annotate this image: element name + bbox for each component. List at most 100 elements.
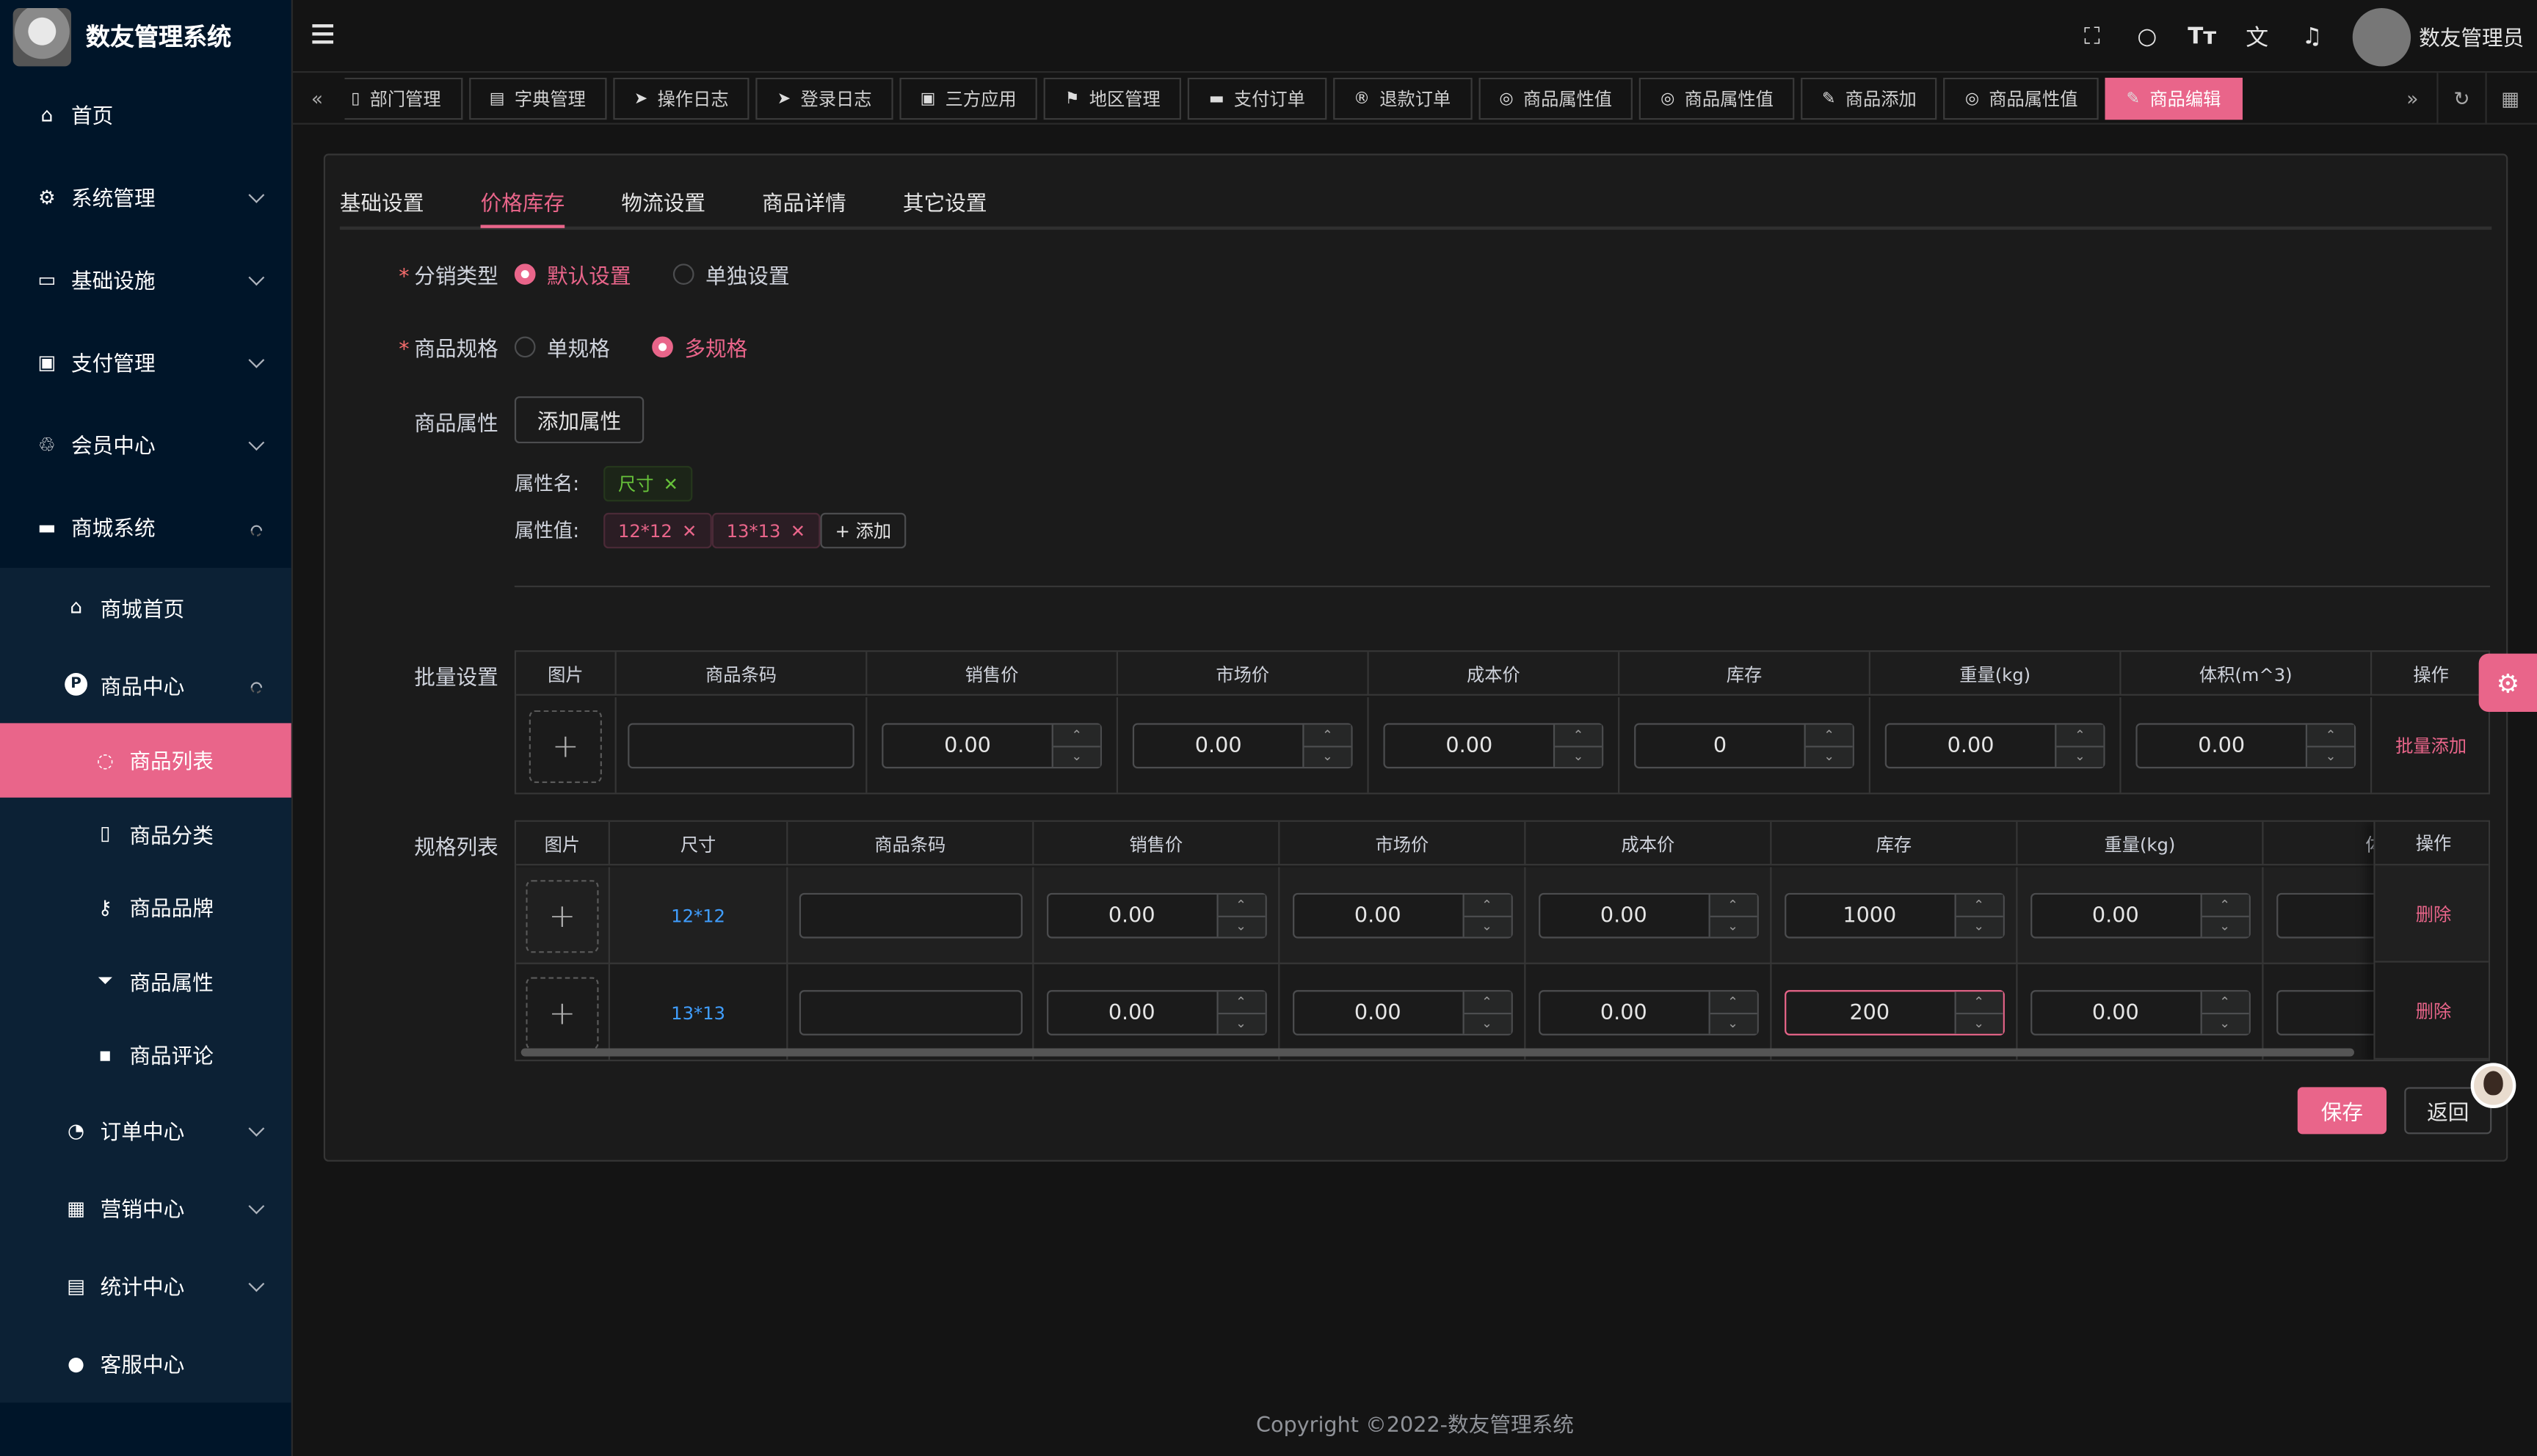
tab-other[interactable]: 其它设置	[903, 186, 987, 216]
decrease-icon[interactable]: ⌄	[1555, 745, 1603, 767]
number-input[interactable]: 0.00 ⌃ ⌄	[1291, 990, 1512, 1035]
sidebar-item-home[interactable]: ⌂ 首页	[0, 73, 291, 155]
sidebar-item-system[interactable]: ⚙ 系统管理	[0, 156, 291, 238]
number-input[interactable]: 0.00 ⌃ ⌄	[2135, 723, 2356, 769]
refresh-icon[interactable]: ↻	[2436, 73, 2485, 125]
tab-dept[interactable]: ▯ 部门管理	[344, 77, 462, 120]
tab-attrval1[interactable]: ◎ 商品属性值	[1478, 77, 1633, 120]
sidebar-item-goods-review[interactable]: ▪ 商品评论	[0, 1018, 291, 1091]
tab-oplog[interactable]: ➤ 操作日志	[613, 77, 750, 120]
increase-icon[interactable]: ⌃	[1304, 725, 1351, 746]
sidebar-item-goods-attr[interactable]: ⏷ 商品属性	[0, 944, 291, 1017]
tab-thirdapp[interactable]: ▣ 三方应用	[899, 77, 1038, 120]
number-input[interactable]: 0.00 ⌃ ⌄	[1132, 723, 1353, 769]
increase-icon[interactable]: ⌃	[1956, 895, 2003, 915]
increase-icon[interactable]: ⌃	[1956, 991, 2003, 1012]
radio-multi-spec[interactable]: 多规格	[652, 332, 747, 363]
grid-icon[interactable]: ▦	[2485, 73, 2533, 125]
number-input[interactable]: 0.00 ⌃ ⌄	[1291, 892, 1512, 939]
decrease-icon[interactable]: ⌄	[1463, 1011, 1511, 1034]
increase-icon[interactable]: ⌃	[2202, 991, 2249, 1012]
decrease-icon[interactable]: ⌄	[1304, 745, 1351, 767]
tab-refund[interactable]: ® 退款订单	[1332, 77, 1472, 120]
user-name[interactable]: 数友管理员	[2419, 21, 2524, 52]
save-button[interactable]: 保存	[2297, 1087, 2387, 1135]
increase-icon[interactable]: ⌃	[2056, 725, 2103, 746]
decrease-icon[interactable]: ⌄	[2056, 745, 2104, 767]
number-input[interactable]: 0.00 ⌃ ⌄	[1383, 723, 1604, 769]
sidebar-item-marketing[interactable]: ▦ 营销中心	[0, 1169, 291, 1247]
increase-icon[interactable]: ⌃	[1710, 991, 1757, 1012]
decrease-icon[interactable]: ⌄	[1805, 745, 1853, 767]
close-icon[interactable]: ✕	[682, 520, 697, 542]
batch-add-link[interactable]: 批量添加	[2395, 733, 2467, 759]
tab-attrval2[interactable]: ◎ 商品属性值	[1639, 77, 1795, 120]
sidebar-item-service[interactable]: ● 客服中心	[0, 1324, 291, 1402]
sidebar-item-member[interactable]: ♲ 会员中心	[0, 403, 291, 485]
support-avatar[interactable]	[2470, 1063, 2516, 1109]
image-upload-button[interactable]: +	[526, 976, 599, 1049]
decrease-icon[interactable]: ⌄	[1463, 914, 1511, 937]
tab-attrval3[interactable]: ◎ 商品属性值	[1944, 77, 2099, 120]
number-input[interactable]: 0.00 ⌃ ⌄	[2030, 990, 2250, 1035]
radio-separate-setting[interactable]: 单独设置	[672, 259, 790, 290]
tab-dict[interactable]: ▤ 字典管理	[468, 77, 607, 120]
increase-icon[interactable]: ⌃	[2202, 895, 2249, 915]
increase-icon[interactable]: ⌃	[1555, 725, 1602, 746]
radio-default-setting[interactable]: 默认设置	[514, 259, 631, 290]
increase-icon[interactable]: ⌃	[1218, 991, 1265, 1012]
number-input[interactable]: 0.00 ⌃ ⌄	[1045, 990, 1266, 1035]
tab-region[interactable]: ⚑ 地区管理	[1044, 77, 1182, 120]
number-input[interactable]: 0.00 ⌃ ⌄	[882, 723, 1102, 769]
increase-icon[interactable]: ⌃	[1806, 725, 1853, 746]
delete-link[interactable]: 删除	[2416, 997, 2451, 1023]
increase-icon[interactable]: ⌃	[1464, 895, 1511, 915]
table-scrollbar[interactable]	[520, 1048, 2354, 1057]
tab-goodsadd[interactable]: ✎ 商品添加	[1801, 77, 1938, 120]
sidebar-item-goods-brand[interactable]: ⚷ 商品品牌	[0, 870, 291, 944]
number-input[interactable]: 0.00 ⌃ ⌄	[2030, 892, 2250, 939]
barcode-input[interactable]	[628, 723, 854, 769]
decrease-icon[interactable]: ⌄	[1955, 914, 2003, 937]
tab-goodsedit[interactable]: ✎ 商品编辑	[2105, 77, 2242, 120]
radio-single-spec[interactable]: 单规格	[514, 332, 610, 363]
tab-logistics[interactable]: 物流设置	[621, 186, 705, 216]
decrease-icon[interactable]: ⌄	[2201, 1011, 2249, 1034]
sidebar-item-mall[interactable]: ▬ 商城系统	[0, 485, 291, 567]
increase-icon[interactable]: ⌃	[1710, 895, 1757, 915]
font-size-icon[interactable]: Tт	[2174, 0, 2229, 73]
decrease-icon[interactable]: ⌄	[1955, 1011, 2003, 1034]
barcode-input[interactable]	[798, 990, 1022, 1035]
tab-details[interactable]: 商品详情	[762, 186, 846, 216]
number-input[interactable]: 0.00 ⌃ ⌄	[1045, 892, 1266, 939]
sidebar-item-goods-list[interactable]: ◌ 商品列表	[0, 723, 291, 797]
image-upload-button[interactable]: +	[529, 709, 602, 782]
close-icon[interactable]: ✕	[791, 520, 805, 542]
barcode-input[interactable]	[798, 892, 1022, 939]
increase-icon[interactable]: ⌃	[1053, 725, 1100, 746]
avatar[interactable]	[2352, 7, 2411, 66]
close-icon[interactable]: ✕	[664, 473, 678, 495]
sidebar-item-pay[interactable]: ▣ 支付管理	[0, 320, 291, 402]
decrease-icon[interactable]: ⌄	[1709, 1011, 1757, 1034]
number-input[interactable]: 1000 ⌃ ⌄	[1784, 892, 2004, 939]
fullscreen-icon[interactable]: ⛶	[2064, 0, 2119, 73]
tab-loginlog[interactable]: ➤ 登录日志	[756, 77, 893, 120]
translate-icon[interactable]: 文	[2229, 0, 2284, 73]
decrease-icon[interactable]: ⌄	[2307, 745, 2354, 767]
add-value-button[interactable]: + 添加	[820, 512, 907, 549]
number-input[interactable]: 0.00 ⌃ ⌄	[1537, 892, 1758, 939]
decrease-icon[interactable]: ⌄	[1709, 914, 1757, 937]
increase-icon[interactable]: ⌃	[1218, 895, 1265, 915]
tabs-scroll-right-icon[interactable]: »	[2388, 73, 2436, 125]
sidebar-item-mall-home[interactable]: ⌂ 商城首页	[0, 568, 291, 646]
number-input[interactable]: 0.00 ⌃ ⌄	[1537, 990, 1758, 1035]
delete-link[interactable]: 删除	[2416, 900, 2451, 926]
menu-toggle-icon[interactable]	[312, 24, 334, 44]
tab-basic[interactable]: 基础设置	[340, 186, 424, 216]
sidebar-item-infra[interactable]: ▭ 基础设施	[0, 238, 291, 320]
sidebar-item-goods-center[interactable]: P 商品中心	[0, 646, 291, 724]
number-input[interactable]: 0 ⌃ ⌄	[1634, 723, 1854, 769]
logo[interactable]: 数友管理系统	[0, 0, 291, 73]
bell-icon[interactable]: ♫	[2284, 0, 2340, 73]
